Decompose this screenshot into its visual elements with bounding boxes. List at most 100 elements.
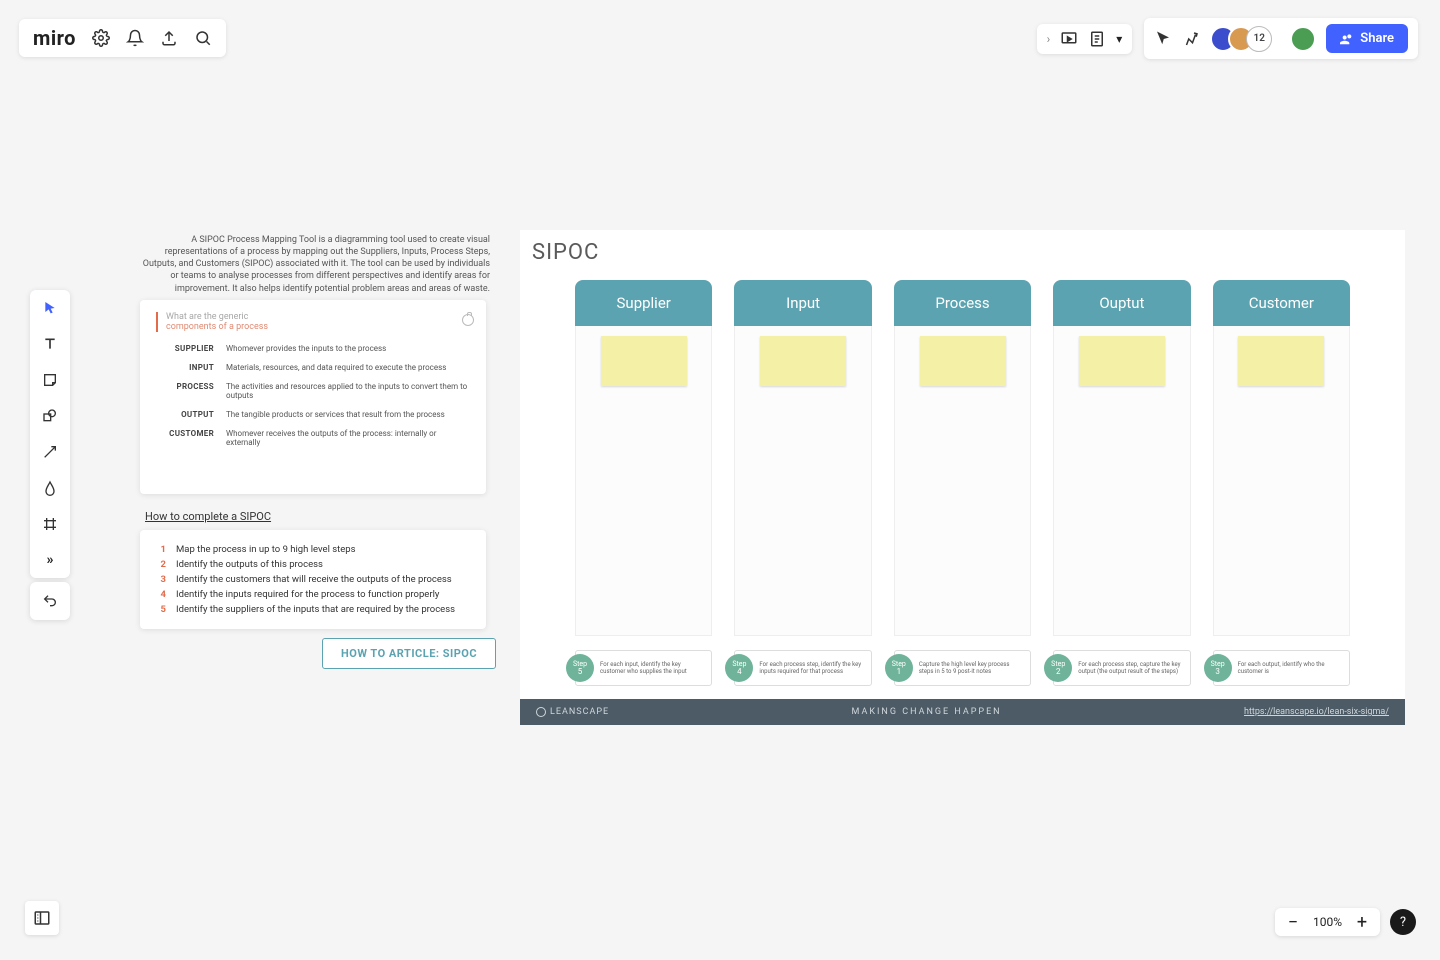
sticky-note[interactable] bbox=[760, 336, 846, 386]
step-text: Identify the suppliers of the inputs tha… bbox=[176, 604, 455, 615]
sticky-note-tool-icon[interactable] bbox=[40, 370, 60, 390]
definition-label: PROCESS bbox=[156, 382, 214, 391]
howto-heading: How to complete a SIPOC bbox=[145, 510, 271, 523]
sipoc-column: Supplier bbox=[575, 280, 712, 636]
footer-brand: LEANSCAPE bbox=[536, 707, 609, 717]
left-toolbar: » bbox=[30, 290, 70, 578]
step-badge: Step5 bbox=[566, 654, 594, 682]
collab-group: 12 Share bbox=[1144, 18, 1418, 59]
avatar-self[interactable] bbox=[1290, 26, 1316, 52]
definition-row: INPUTMaterials, resources, and data requ… bbox=[156, 363, 470, 372]
reactions-icon[interactable] bbox=[1182, 30, 1200, 48]
step-tip[interactable]: Step4For each process step, identify the… bbox=[734, 650, 871, 686]
avatar-overflow-count[interactable]: 12 bbox=[1246, 26, 1272, 52]
view-group: › ▾ bbox=[1037, 24, 1133, 54]
column-lane[interactable] bbox=[734, 326, 871, 636]
shape-tool-icon[interactable] bbox=[40, 406, 60, 426]
top-left-toolbar: miro bbox=[19, 19, 226, 57]
export-icon[interactable] bbox=[160, 29, 178, 47]
share-label: Share bbox=[1360, 31, 1394, 46]
step-tip[interactable]: Step2For each process step, capture the … bbox=[1053, 650, 1190, 686]
sipoc-column: Ouptut bbox=[1053, 280, 1190, 636]
howto-article-button[interactable]: HOW TO ARTICLE: SIPOC bbox=[322, 638, 496, 669]
column-lane[interactable] bbox=[1213, 326, 1350, 636]
text-tool-icon[interactable] bbox=[40, 334, 60, 354]
help-button[interactable]: ? bbox=[1390, 909, 1416, 935]
column-header: Supplier bbox=[575, 280, 712, 326]
step-badge: Step1 bbox=[885, 654, 913, 682]
chevron-right-icon[interactable]: › bbox=[1047, 32, 1051, 46]
definition-label: CUSTOMER bbox=[156, 429, 214, 438]
column-header: Input bbox=[734, 280, 871, 326]
search-icon[interactable] bbox=[194, 29, 212, 47]
column-lane[interactable] bbox=[575, 326, 712, 636]
chevron-down-icon[interactable]: ▾ bbox=[1116, 32, 1122, 46]
footer-link[interactable]: https://leanscape.io/lean-six-sigma/ bbox=[1244, 707, 1389, 717]
howto-step: 5 Identify the suppliers of the inputs th… bbox=[156, 604, 470, 615]
zoom-controls: − 100% + ? bbox=[1275, 908, 1416, 936]
cursor-icon[interactable] bbox=[1154, 30, 1172, 48]
step-tip-text: For each process step, identify the key … bbox=[759, 661, 864, 675]
more-tools-icon[interactable]: » bbox=[40, 550, 60, 570]
step-tip[interactable]: Step5For each input, identify the key cu… bbox=[575, 650, 712, 686]
step-badge: Step4 bbox=[725, 654, 753, 682]
sticky-note[interactable] bbox=[601, 336, 687, 386]
zoom-value[interactable]: 100% bbox=[1313, 915, 1342, 929]
pen-tool-icon[interactable] bbox=[40, 478, 60, 498]
step-tip-text: Capture the high level key process steps… bbox=[919, 661, 1024, 675]
step-text: Identify the outputs of this process bbox=[176, 559, 323, 570]
share-button[interactable]: Share bbox=[1326, 24, 1408, 53]
howto-steps-card[interactable]: 1Map the process in up to 9 high level s… bbox=[140, 530, 486, 629]
definition-row: OUTPUTThe tangible products or services … bbox=[156, 410, 470, 419]
definition-value: Whomever receives the outputs of the pro… bbox=[226, 429, 470, 447]
sticky-note[interactable] bbox=[920, 336, 1006, 386]
notes-icon[interactable] bbox=[1088, 30, 1106, 48]
column-header: Ouptut bbox=[1053, 280, 1190, 326]
step-badge: Step2 bbox=[1044, 654, 1072, 682]
step-text: Identify the customers that will receive… bbox=[176, 574, 452, 585]
sipoc-column: Process bbox=[894, 280, 1031, 636]
sipoc-column: Customer bbox=[1213, 280, 1350, 636]
step-tip[interactable]: Step3For each output, identify who the c… bbox=[1213, 650, 1350, 686]
column-lane[interactable] bbox=[1053, 326, 1190, 636]
column-header: Process bbox=[894, 280, 1031, 326]
zoom-out-button[interactable]: − bbox=[1285, 914, 1301, 930]
howto-step: 3 Identify the customers that will receiv… bbox=[156, 574, 470, 585]
howto-step: 4Identify the inputs required for the pr… bbox=[156, 589, 470, 600]
heading-line-1: What are the generic bbox=[166, 312, 248, 322]
frame-tool-icon[interactable] bbox=[40, 514, 60, 534]
step-tip[interactable]: Step1Capture the high level key process … bbox=[894, 650, 1031, 686]
top-right-toolbar: › ▾ 12 Share bbox=[1037, 18, 1418, 59]
undo-button[interactable] bbox=[30, 582, 70, 620]
present-icon[interactable] bbox=[1060, 30, 1078, 48]
select-tool-icon[interactable] bbox=[40, 298, 60, 318]
panel-toggle-icon[interactable] bbox=[25, 901, 59, 935]
sipoc-board[interactable]: SIPOC SupplierInputProcessOuptutCustomer… bbox=[520, 230, 1405, 725]
sticky-note[interactable] bbox=[1238, 336, 1324, 386]
step-badge: Step3 bbox=[1204, 654, 1232, 682]
intro-text: A SIPOC Process Mapping Tool is a diagra… bbox=[140, 234, 490, 295]
definition-row: SUPPLIERWhomever provides the inputs to … bbox=[156, 344, 470, 353]
step-number: 5 bbox=[156, 604, 166, 615]
zoom-box: − 100% + bbox=[1275, 908, 1380, 936]
definition-value: The activities and resources applied to … bbox=[226, 382, 470, 400]
definition-value: Whomever provides the inputs to the proc… bbox=[226, 344, 470, 353]
step-number: 3 bbox=[156, 574, 166, 585]
zoom-in-button[interactable]: + bbox=[1354, 914, 1370, 930]
definition-row: PROCESS The activities and resources appl… bbox=[156, 382, 470, 400]
settings-icon[interactable] bbox=[92, 29, 110, 47]
step-tips-row: Step5For each input, identify the key cu… bbox=[575, 650, 1350, 686]
presence-avatars[interactable]: 12 bbox=[1210, 26, 1272, 52]
definitions-card[interactable]: What are the generic components of a pro… bbox=[140, 300, 486, 494]
bell-icon[interactable] bbox=[126, 29, 144, 47]
arrow-tool-icon[interactable] bbox=[40, 442, 60, 462]
definition-label: OUTPUT bbox=[156, 410, 214, 419]
step-tip-text: For each input, identify the key custome… bbox=[600, 661, 705, 675]
sipoc-columns: Supplier Input Process Ouptut Customer bbox=[575, 280, 1350, 636]
miro-logo[interactable]: miro bbox=[33, 26, 76, 50]
howto-step: 1Map the process in up to 9 high level s… bbox=[156, 544, 470, 555]
step-text: Identify the inputs required for the pro… bbox=[176, 589, 439, 600]
column-lane[interactable] bbox=[894, 326, 1031, 636]
step-tip-text: For each process step, capture the key o… bbox=[1078, 661, 1183, 675]
sticky-note[interactable] bbox=[1079, 336, 1165, 386]
